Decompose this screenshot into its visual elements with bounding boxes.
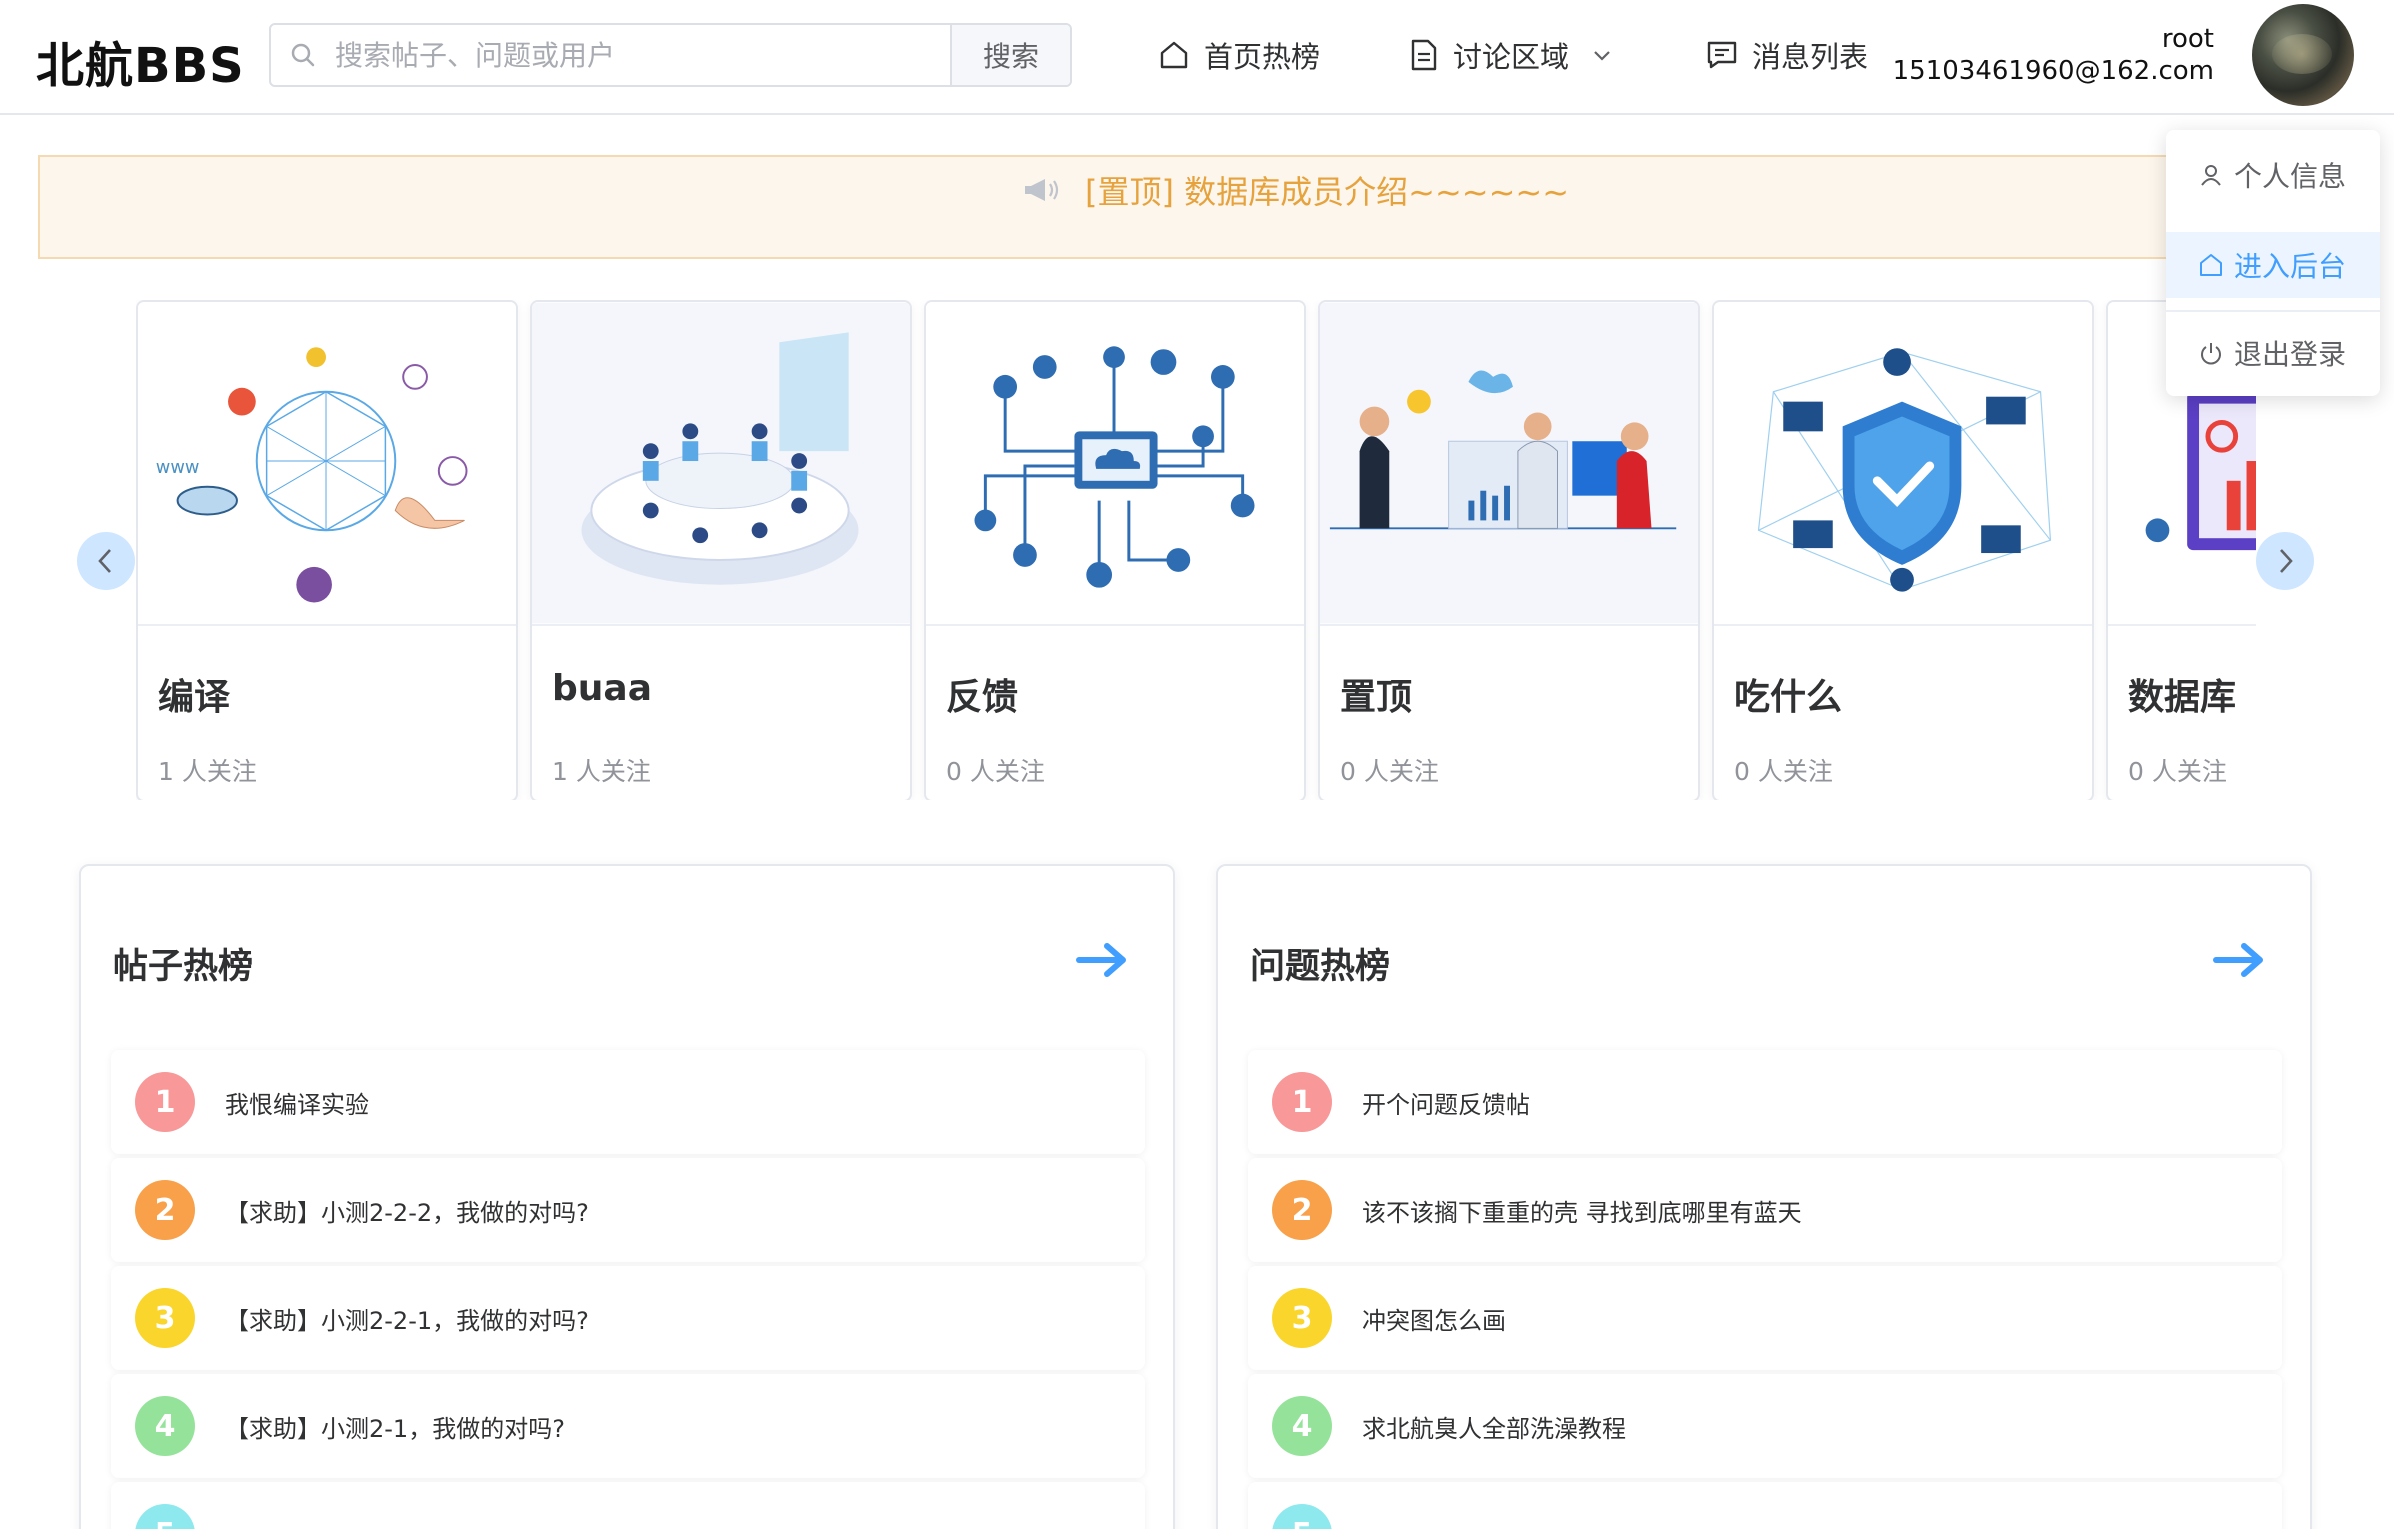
message-icon: [1707, 41, 1737, 69]
question-title: 开个问题反馈帖: [1362, 1090, 1530, 1119]
pinned-notice[interactable]: [置顶] 数据库成员介绍~~~~~~: [38, 155, 2170, 259]
nav-hot-ranking[interactable]: 首页热榜: [1158, 30, 1320, 80]
post-rank-list: 1 我恨编译实验 2 【求助】小测2-2-2，我做的对吗? 3 【求助】小测2-2-1…: [111, 1050, 1145, 1529]
rank-badge: 4: [135, 1396, 195, 1456]
user-name: root: [2161, 24, 2214, 54]
search-button[interactable]: 搜索: [950, 25, 1070, 85]
site-logo[interactable]: 北航BBS: [36, 26, 245, 96]
menu-profile-label: 个人信息: [2234, 160, 2347, 193]
board-illustration: [926, 302, 1304, 626]
list-item[interactable]: 5: [1248, 1482, 2282, 1529]
board-followers: 1 人关注: [158, 757, 257, 786]
nav-hot-label: 首页热榜: [1204, 40, 1321, 74]
post-hot-ranking-panel: 帖子热榜 1 我恨编译实验 2 【求助】小测2-2-2，我做的对吗? 3 【求助】小测…: [79, 864, 1175, 1529]
nav-divider: [1112, 113, 1932, 115]
chevron-left-icon: [98, 549, 111, 573]
menu-divider: [2166, 310, 2380, 312]
board-title: 数据库: [2128, 677, 2237, 718]
search-input[interactable]: [335, 25, 950, 85]
board-card[interactable]: 反馈 0 人关注: [924, 300, 1306, 800]
nav-discuss-label: 讨论区域: [1453, 40, 1570, 74]
power-icon: [2201, 343, 2221, 365]
carousel-next-button[interactable]: [2256, 532, 2314, 590]
rank-badge: 1: [135, 1072, 195, 1132]
board-followers: 1 人关注: [552, 757, 651, 786]
board-title: buaa: [552, 668, 652, 709]
question-title: 冲突图怎么画: [1362, 1306, 1506, 1335]
list-item[interactable]: 4 【求助】小测2-1，我做的对吗?: [111, 1374, 1145, 1478]
nav-message-list[interactable]: 消息列表: [1706, 30, 1868, 80]
question-rank-list: 1 开个问题反馈帖 2 该不该搁下重重的壳 寻找到底哪里有蓝天 3 冲突图怎么画 4 求…: [1248, 1050, 2282, 1529]
notice-text: [置顶] 数据库成员介绍~~~~~~: [1085, 173, 1570, 211]
board-title: 置顶: [1340, 677, 1413, 718]
menu-admin[interactable]: 进入后台: [2166, 232, 2380, 298]
list-item[interactable]: 1 我恨编译实验: [111, 1050, 1145, 1154]
carousel-prev-button[interactable]: [77, 532, 135, 590]
board-card[interactable]: 吃什么 0 人关注: [1712, 300, 2094, 800]
board-followers: 0 人关注: [1734, 757, 1833, 786]
board-card[interactable]: www 编译 1 人关注: [136, 300, 518, 800]
list-item[interactable]: 2 【求助】小测2-2-2，我做的对吗?: [111, 1158, 1145, 1262]
board-carousel: www 编译 1 人关注 buaa 1 人关注 反馈 0 人关注 置顶 0 人关…: [136, 300, 2256, 800]
menu-profile[interactable]: 个人信息: [2166, 142, 2380, 208]
panel-title: 问题热榜: [1250, 947, 1391, 987]
arrow-right-icon[interactable]: [1075, 940, 1129, 984]
board-illustration: [532, 302, 910, 626]
board-title: 反馈: [946, 677, 1019, 718]
board-title: 吃什么: [1734, 677, 1843, 718]
board-illustration: [1320, 302, 1698, 626]
rank-badge: 5: [1272, 1504, 1332, 1529]
user-dropdown-menu: 个人信息 进入后台 退出登录: [2166, 130, 2380, 396]
rank-badge: 3: [135, 1288, 195, 1348]
home-icon: [2200, 254, 2222, 276]
user-avatar[interactable]: [2252, 4, 2354, 106]
user-email: 15103461960@162.com: [1892, 56, 2214, 86]
post-title: 【求助】小测2-1，我做的对吗?: [225, 1414, 565, 1443]
board-card[interactable]: buaa 1 人关注: [530, 300, 912, 800]
board-illustration: [1714, 302, 2092, 626]
menu-admin-label: 进入后台: [2234, 250, 2347, 283]
menu-logout-label: 退出登录: [2234, 338, 2347, 371]
rank-badge: 5: [135, 1504, 195, 1529]
question-hot-ranking-panel: 问题热榜 1 开个问题反馈帖 2 该不该搁下重重的壳 寻找到底哪里有蓝天 3 冲突图怎…: [1216, 864, 2312, 1529]
post-title: 【求助】小测2-2-1，我做的对吗?: [225, 1306, 589, 1335]
post-title: 我恨编译实验: [225, 1090, 369, 1119]
question-title: 求北航臭人全部洗澡教程: [1362, 1414, 1626, 1443]
list-item[interactable]: 3 冲突图怎么画: [1248, 1266, 2282, 1370]
menu-logout[interactable]: 退出登录: [2166, 320, 2380, 386]
list-item[interactable]: 5: [111, 1482, 1145, 1529]
list-item[interactable]: 4 求北航臭人全部洗澡教程: [1248, 1374, 2282, 1478]
rank-badge: 2: [1272, 1180, 1332, 1240]
board-card[interactable]: 置顶 0 人关注: [1318, 300, 1700, 800]
top-header: 北航BBS 搜索 首页热榜 讨论区域 消息列表 root 15103461960…: [0, 0, 2394, 115]
rank-badge: 1: [1272, 1072, 1332, 1132]
list-item[interactable]: 1 开个问题反馈帖: [1248, 1050, 2282, 1154]
chevron-down-icon: [1594, 51, 1610, 61]
chevron-right-icon: [2280, 549, 2293, 573]
board-followers: 0 人关注: [2128, 757, 2227, 786]
svg-text:www: www: [156, 457, 200, 478]
board-followers: 0 人关注: [1340, 757, 1439, 786]
user-icon: [2201, 165, 2221, 186]
board-illustration: www: [138, 302, 516, 626]
post-title: 【求助】小测2-2-2，我做的对吗?: [225, 1198, 589, 1227]
document-icon: [1411, 39, 1437, 71]
list-item[interactable]: 3 【求助】小测2-2-1，我做的对吗?: [111, 1266, 1145, 1370]
panel-title: 帖子热榜: [113, 947, 254, 987]
arrow-right-icon[interactable]: [2212, 940, 2266, 984]
rank-badge: 2: [135, 1180, 195, 1240]
rank-badge: 3: [1272, 1288, 1332, 1348]
megaphone-icon: [1025, 179, 1059, 201]
board-followers: 0 人关注: [946, 757, 1045, 786]
question-title: 该不该搁下重重的壳 寻找到底哪里有蓝天: [1362, 1198, 1802, 1227]
nav-msg-label: 消息列表: [1752, 40, 1869, 74]
search-bar: 搜索: [269, 23, 1072, 87]
board-title: 编译: [158, 677, 231, 718]
home-icon: [1160, 41, 1188, 69]
nav-discussion-area[interactable]: 讨论区域: [1409, 30, 1613, 80]
search-icon: [271, 25, 335, 85]
rank-badge: 4: [1272, 1396, 1332, 1456]
list-item[interactable]: 2 该不该搁下重重的壳 寻找到底哪里有蓝天: [1248, 1158, 2282, 1262]
